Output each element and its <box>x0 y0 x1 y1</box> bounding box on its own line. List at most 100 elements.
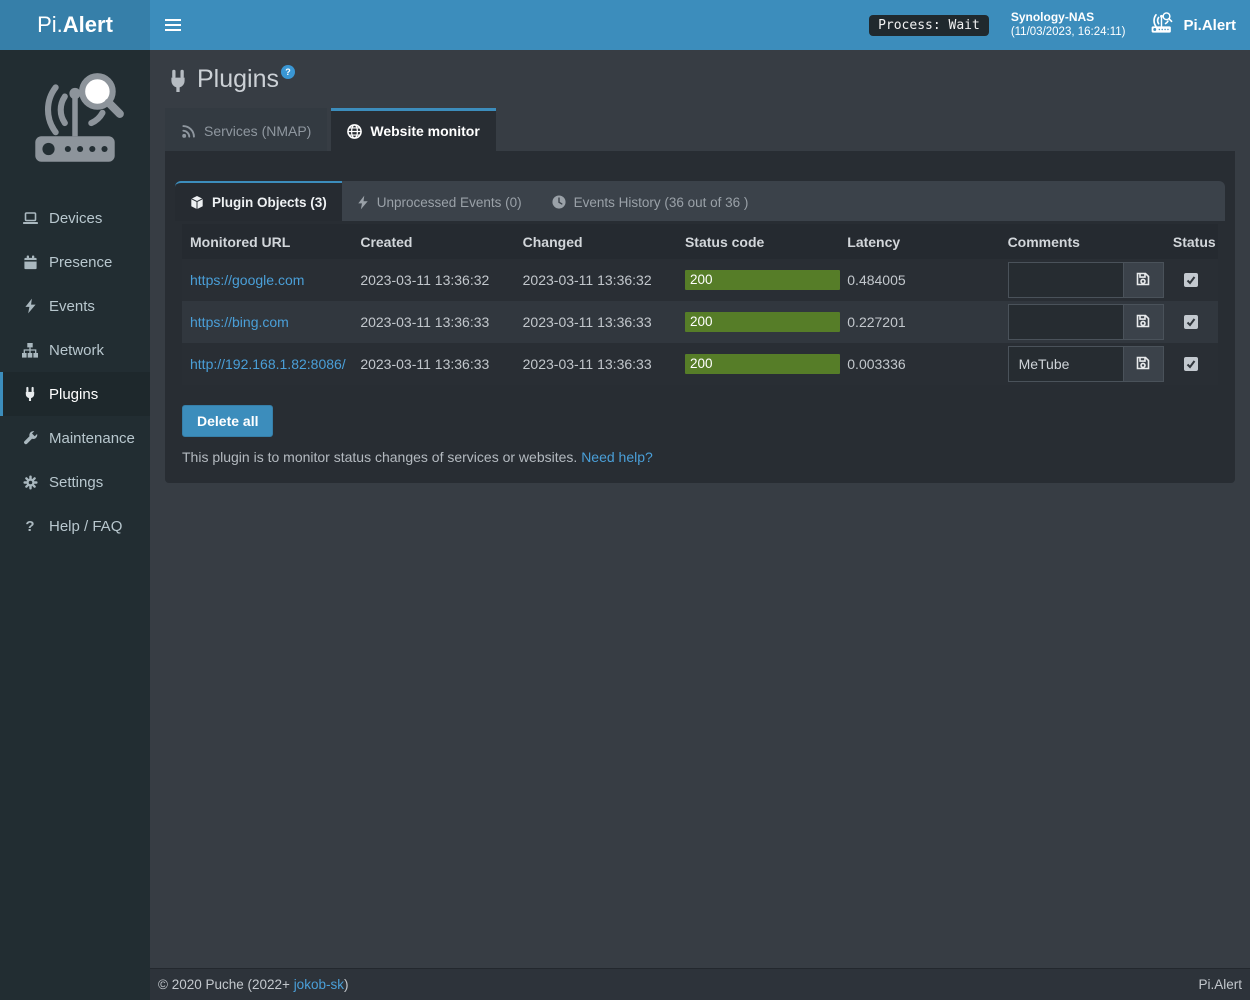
sidebar-item-label: Presence <box>49 254 112 271</box>
sidebar-item-help-faq[interactable]: ? Help / FAQ <box>0 504 150 548</box>
changed-value: 2023-03-11 13:36:32 <box>515 259 677 301</box>
column-header-status: Status <box>1165 224 1218 259</box>
save-comment-button[interactable] <box>1124 304 1164 340</box>
plug-icon <box>21 386 39 402</box>
delete-all-button[interactable]: Delete all <box>182 405 273 437</box>
plug-icon <box>167 69 189 98</box>
website-monitor-panel: Plugin Objects (3) Unprocessed Events (0… <box>165 151 1235 483</box>
host-name: Synology-NAS <box>1011 10 1126 25</box>
globe-icon <box>347 124 362 139</box>
router-scan-logo-icon <box>19 62 131 180</box>
need-help-link[interactable]: Need help? <box>581 449 653 465</box>
tab-label: Plugin Objects (3) <box>212 195 327 210</box>
navbar-main: Process: Wait Synology-NAS (11/03/2023, … <box>150 0 1250 50</box>
navbar-brand-label: Pi.Alert <box>1183 17 1236 34</box>
footer-brand: Pi.Alert <box>1198 977 1242 992</box>
sidebar-item-label: Help / FAQ <box>49 518 122 535</box>
status-code-bar: 200 <box>685 270 840 290</box>
latency-value: 0.484005 <box>839 259 999 301</box>
tab-label: Unprocessed Events (0) <box>377 195 522 210</box>
footer-copyright: © 2020 Puche (2022+ jokob-sk) <box>158 977 348 992</box>
wrench-icon <box>21 431 39 446</box>
page-title: Plugins <box>197 63 279 96</box>
monitored-url-link[interactable]: http://192.168.1.82:8086/ <box>190 356 346 372</box>
brand-text: Pi.Alert <box>37 12 113 38</box>
tab-unprocessed-events[interactable]: Unprocessed Events (0) <box>342 181 537 221</box>
sidebar-item-network[interactable]: Network <box>0 328 150 372</box>
sidebar-item-label: Events <box>49 298 95 315</box>
tab-plugin-objects[interactable]: Plugin Objects (3) <box>175 181 342 221</box>
column-header-latency: Latency <box>839 224 999 259</box>
navbar-brand-right[interactable]: Pi.Alert <box>1147 11 1240 40</box>
column-header-changed: Changed <box>515 224 677 259</box>
panel-tabs: Plugin Objects (3) Unprocessed Events (0… <box>175 181 1225 221</box>
sidebar-item-plugins[interactable]: Plugins <box>0 372 150 416</box>
calendar-icon <box>21 255 39 270</box>
clock-icon <box>552 195 566 209</box>
floppy-save-icon <box>1135 313 1151 332</box>
sitemap-icon <box>21 343 39 358</box>
column-header-monitored-url: Monitored URL <box>182 224 352 259</box>
bolt-icon <box>21 298 39 314</box>
host-timestamp: (11/03/2023, 16:24:11) <box>1011 25 1126 39</box>
footer-copyright-close: ) <box>344 977 349 992</box>
changed-value: 2023-03-11 13:36:33 <box>515 343 677 385</box>
jokob-sk-link[interactable]: jokob-sk <box>294 977 344 992</box>
sidebar-item-label: Maintenance <box>49 430 135 447</box>
comment-input[interactable] <box>1008 262 1124 298</box>
process-status-badge: Process: Wait <box>869 15 989 36</box>
bolt-icon <box>357 195 369 210</box>
latency-value: 0.227201 <box>839 301 999 343</box>
column-header-status-code: Status code <box>677 224 839 259</box>
status-checkbox[interactable] <box>1184 315 1198 329</box>
sidebar-item-events[interactable]: Events <box>0 284 150 328</box>
save-comment-button[interactable] <box>1124 346 1164 382</box>
content-area: Plugins ? Services (NMAP) Website monito… <box>150 50 1250 968</box>
tab-label: Services (NMAP) <box>204 123 311 139</box>
tab-services-nmap[interactable]: Services (NMAP) <box>165 108 327 151</box>
sidebar-item-label: Plugins <box>49 386 98 403</box>
status-checkbox[interactable] <box>1184 357 1198 371</box>
table-row: https://bing.com 2023-03-11 13:36:33 202… <box>182 301 1218 343</box>
sidebar-item-label: Settings <box>49 474 103 491</box>
sidebar-item-label: Network <box>49 342 104 359</box>
hamburger-icon[interactable] <box>150 0 195 50</box>
tab-events-history[interactable]: Events History (36 out of 36 ) <box>537 181 764 221</box>
plugin-description-text: This plugin is to monitor status changes… <box>182 449 577 465</box>
sidebar-item-presence[interactable]: Presence <box>0 240 150 284</box>
created-value: 2023-03-11 13:36:33 <box>352 301 514 343</box>
plugin-type-tabs: Services (NMAP) Website monitor <box>165 108 1235 151</box>
sidebar-item-label: Devices <box>49 210 102 227</box>
help-badge-icon[interactable]: ? <box>281 65 295 79</box>
comment-input[interactable] <box>1008 304 1124 340</box>
status-code-bar: 200 <box>685 312 840 332</box>
table-row: http://192.168.1.82:8086/ 2023-03-11 13:… <box>182 343 1218 385</box>
cube-icon <box>190 195 204 210</box>
top-navbar: Pi.Alert Process: Wait Synology-NAS (11/… <box>0 0 1250 50</box>
created-value: 2023-03-11 13:36:32 <box>352 259 514 301</box>
status-checkbox[interactable] <box>1184 273 1198 287</box>
save-comment-button[interactable] <box>1124 262 1164 298</box>
monitored-url-link[interactable]: https://google.com <box>190 272 304 288</box>
column-header-comments: Comments <box>1000 224 1165 259</box>
sidebar-item-settings[interactable]: Settings <box>0 460 150 504</box>
sidebar-logo <box>0 50 150 190</box>
table-header-row: Monitored URL Created Changed Status cod… <box>182 224 1218 259</box>
gear-icon <box>21 475 39 490</box>
changed-value: 2023-03-11 13:36:33 <box>515 301 677 343</box>
comment-input[interactable] <box>1008 346 1124 382</box>
footer-copyright-text: © 2020 Puche (2022+ <box>158 977 294 992</box>
brand-logo[interactable]: Pi.Alert <box>0 0 150 50</box>
sidebar-item-devices[interactable]: Devices <box>0 196 150 240</box>
floppy-save-icon <box>1135 355 1151 374</box>
sidebar: Devices Presence Events Network <box>0 50 150 1000</box>
sidebar-item-maintenance[interactable]: Maintenance <box>0 416 150 460</box>
tab-website-monitor[interactable]: Website monitor <box>331 108 495 151</box>
column-header-created: Created <box>352 224 514 259</box>
monitored-url-link[interactable]: https://bing.com <box>190 314 289 330</box>
broadcast-icon <box>181 124 196 139</box>
plugin-objects-table: Monitored URL Created Changed Status cod… <box>182 224 1218 385</box>
floppy-save-icon <box>1135 271 1151 290</box>
sidebar-menu: Devices Presence Events Network <box>0 196 150 548</box>
tab-label: Events History (36 out of 36 ) <box>574 195 749 210</box>
